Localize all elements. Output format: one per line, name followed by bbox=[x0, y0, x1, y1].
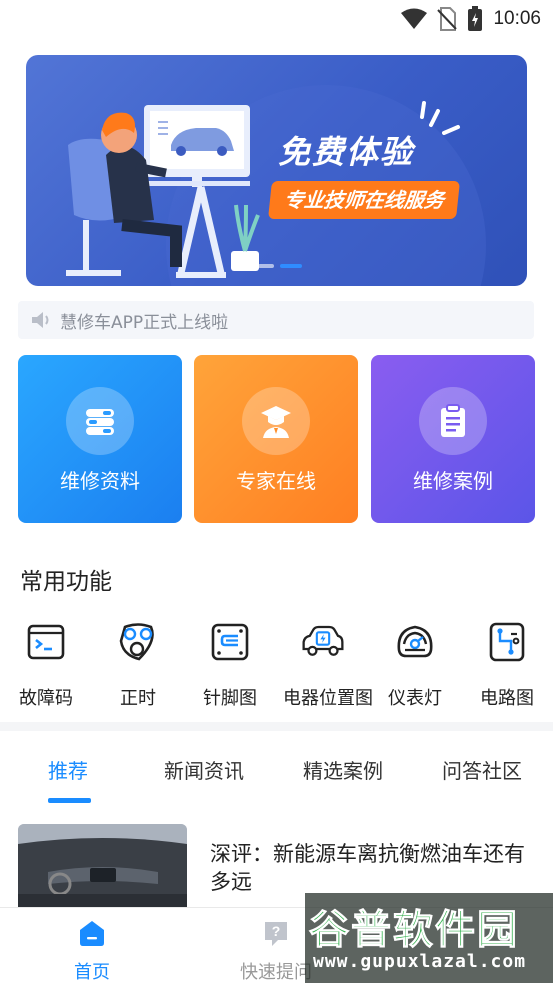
tab-news[interactable]: 新闻资讯 bbox=[164, 755, 244, 784]
expert-icon bbox=[242, 387, 310, 455]
func-timing[interactable]: 正时 bbox=[98, 620, 178, 710]
wifi-icon bbox=[401, 8, 428, 29]
tab-qa-community[interactable]: 问答社区 bbox=[442, 755, 522, 784]
func-label: 正时 bbox=[120, 688, 156, 709]
battery-charging-icon bbox=[468, 6, 483, 31]
tab-featured-cases[interactable]: 精选案例 bbox=[303, 755, 383, 784]
func-label: 故障码 bbox=[19, 688, 73, 709]
func-label: 仪表灯 bbox=[388, 688, 442, 709]
banner-title: 免费体验 bbox=[278, 133, 415, 171]
section-divider bbox=[0, 722, 553, 731]
func-fault-code[interactable]: 故障码 bbox=[6, 620, 86, 710]
nav-home[interactable]: 首页 bbox=[32, 908, 152, 984]
electric-car-icon bbox=[301, 620, 345, 664]
active-tab-indicator bbox=[48, 798, 91, 803]
func-dashboard-lights[interactable]: 仪表灯 bbox=[375, 620, 455, 710]
promo-banner[interactable]: 免费体验 专业技师在线服务 bbox=[26, 55, 527, 286]
nav-label: 首页 bbox=[74, 962, 110, 983]
books-icon bbox=[66, 387, 134, 455]
speaker-icon bbox=[32, 312, 49, 328]
card-repair-cases[interactable]: 维修案例 bbox=[371, 355, 535, 523]
clipboard-icon bbox=[419, 387, 487, 455]
terminal-icon bbox=[24, 620, 68, 664]
pagination-dot[interactable] bbox=[258, 264, 274, 268]
banner-subtitle: 专业技师在线服务 bbox=[268, 181, 460, 219]
status-icons: 10:06 bbox=[401, 6, 541, 32]
news-thumbnail[interactable] bbox=[18, 824, 187, 914]
pagination-dot-active[interactable] bbox=[280, 264, 302, 268]
connector-icon bbox=[208, 620, 252, 664]
svg-text:?: ? bbox=[272, 923, 281, 939]
watermark-logo: 谷普软件园 www.gupuxlazal.com bbox=[305, 893, 553, 983]
status-time: 10:06 bbox=[493, 8, 541, 29]
func-label: 针脚图 bbox=[203, 688, 257, 709]
card-repair-info[interactable]: 维修资料 bbox=[18, 355, 182, 523]
watermark-url: www.gupuxlazal.com bbox=[313, 951, 527, 972]
dashboard-gauge-icon bbox=[393, 620, 437, 664]
func-pin-diagram[interactable]: 针脚图 bbox=[190, 620, 270, 710]
circuit-icon bbox=[485, 620, 529, 664]
func-label: 电器位置图 bbox=[283, 688, 373, 709]
tab-recommend[interactable]: 推荐 bbox=[48, 755, 88, 784]
func-circuit-diagram[interactable]: 电路图 bbox=[467, 620, 547, 710]
banner-illustration bbox=[66, 85, 486, 286]
timing-belt-icon bbox=[116, 620, 160, 664]
status-bar: 10:06 bbox=[0, 0, 553, 40]
notice-text: 慧修车APP正式上线啦 bbox=[60, 312, 229, 333]
news-title[interactable]: 深评：新能源车离抗衡燃油车还有多远 bbox=[210, 840, 540, 896]
func-label: 电路图 bbox=[480, 688, 534, 709]
notice-bar[interactable]: 慧修车APP正式上线啦 bbox=[18, 301, 534, 339]
question-icon: ? bbox=[265, 922, 287, 946]
card-label: 维修案例 bbox=[413, 469, 493, 493]
banner-pagination bbox=[258, 264, 302, 268]
card-label: 专家在线 bbox=[236, 469, 316, 493]
watermark-title: 谷普软件园 bbox=[309, 907, 519, 954]
card-expert-online[interactable]: 专家在线 bbox=[194, 355, 358, 523]
no-sim-icon bbox=[437, 7, 458, 31]
func-electric-location[interactable]: 电器位置图 bbox=[283, 620, 373, 710]
card-label: 维修资料 bbox=[60, 469, 140, 493]
section-title-common-functions: 常用功能 bbox=[20, 569, 112, 595]
home-icon bbox=[80, 921, 104, 946]
